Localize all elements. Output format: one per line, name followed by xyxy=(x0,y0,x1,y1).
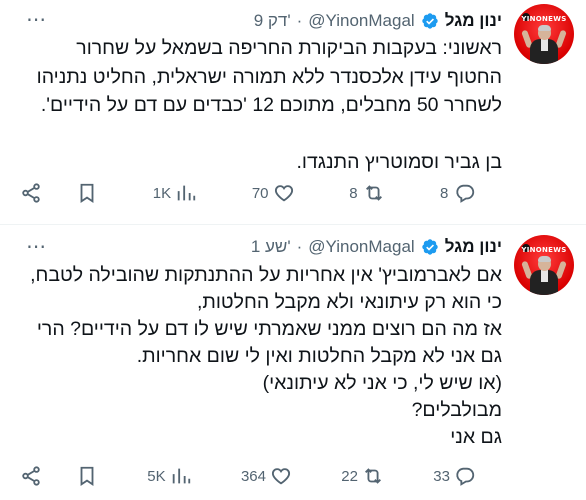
tweet-header: 9 דק' · @YinonMagal ינון מגל xyxy=(254,10,502,32)
avatar-logo: YINONEWS xyxy=(521,15,567,23)
views-button[interactable]: 5K xyxy=(147,465,191,487)
more-options-icon[interactable]: ⋯ xyxy=(26,10,47,30)
like-count: 364 xyxy=(240,467,266,485)
reply-icon xyxy=(456,184,475,203)
person-icon xyxy=(521,256,567,295)
tweet-header: 1 שע' · @YinonMagal ינון מגל xyxy=(251,236,502,258)
avatar[interactable]: YINONEWS xyxy=(514,235,574,295)
timestamp[interactable]: 1 שע' xyxy=(251,237,291,257)
reply-icon xyxy=(456,467,475,486)
share-icon xyxy=(22,466,40,486)
tweet-line: ראשוני: בעקבות הביקורת החריפה בשמאל על ש… xyxy=(76,37,502,59)
tweet-line: כי הוא רק עיתונאי ולא מקבל החלטות, xyxy=(196,291,502,313)
verified-badge-icon xyxy=(421,238,439,256)
share-button[interactable] xyxy=(20,182,42,204)
separator-dot: · xyxy=(296,11,303,30)
views-count: 5K xyxy=(147,467,166,485)
share-button[interactable] xyxy=(20,465,42,487)
action-bar: 5K 364 22 33 xyxy=(20,461,476,491)
share-icon xyxy=(22,183,40,203)
views-chart-icon xyxy=(172,468,190,484)
tweet-line: גם אני לא מקבל החלטות ואין לי שום אחריות… xyxy=(136,345,502,367)
handle[interactable]: @YinonMagal xyxy=(308,237,414,257)
tweet-line: לשחרר 50 מחבלים, מתוכם 12 'כבדים עם דם ע… xyxy=(40,94,502,116)
timestamp[interactable]: 9 דק' xyxy=(254,11,291,31)
like-button[interactable]: 364 xyxy=(241,465,292,487)
tweet-text: אם לאברמוביץ' אין אחריות על ההתנתקות שהו… xyxy=(22,262,502,451)
repost-icon xyxy=(366,185,383,201)
tweet-text: ראשוני: בעקבות הביקורת החריפה בשמאל על ש… xyxy=(22,34,502,176)
bookmark-icon xyxy=(80,466,94,486)
tweet-line: (או שיש לי, כי אני לא עיתונאי) xyxy=(262,372,502,394)
verified-badge-icon xyxy=(421,12,439,30)
reply-button[interactable]: 8 xyxy=(440,182,476,204)
repost-button[interactable]: 22 xyxy=(341,465,384,487)
avatar[interactable]: YINONEWS xyxy=(514,4,574,64)
action-bar: 1K 70 8 8 xyxy=(20,178,476,208)
repost-button[interactable]: 8 xyxy=(349,182,385,204)
avatar-logo: YINONEWS xyxy=(521,246,567,254)
display-name[interactable]: ינון מגל xyxy=(445,237,502,257)
reply-button[interactable]: 33 xyxy=(433,465,476,487)
bookmark-button[interactable] xyxy=(76,182,98,204)
tweet[interactable]: YINONEWS ⋯ 9 דק' · @YinonMagal ינון מגל … xyxy=(0,0,586,224)
heart-icon xyxy=(274,185,293,202)
repost-count: 8 xyxy=(349,184,358,202)
display-name[interactable]: ינון מגל xyxy=(445,11,502,31)
repost-icon xyxy=(364,468,381,484)
views-count: 1K xyxy=(152,184,172,202)
tweet-line: אז מה הם רוצים ממני שאמרתי שיש לו דם על … xyxy=(36,318,502,340)
heart-icon xyxy=(271,468,291,485)
tweet-line: אם לאברמוביץ' אין אחריות על ההתנתקות שהו… xyxy=(30,264,502,286)
tweet[interactable]: YINONEWS ⋯ 1 שע' · @YinonMagal ינון מגל … xyxy=(0,225,586,500)
views-button[interactable]: 1K xyxy=(153,182,197,204)
tweet-line: מבולבלים? xyxy=(411,399,502,421)
like-button[interactable]: 70 xyxy=(252,182,295,204)
reply-count: 33 xyxy=(433,467,450,485)
like-count: 70 xyxy=(251,184,269,202)
views-chart-icon xyxy=(177,185,196,201)
handle[interactable]: @YinonMagal xyxy=(308,11,414,31)
separator-dot: · xyxy=(296,237,303,256)
more-options-icon[interactable]: ⋯ xyxy=(26,237,47,257)
person-icon xyxy=(521,25,567,64)
bookmark-icon xyxy=(80,183,94,203)
repost-count: 22 xyxy=(341,467,358,485)
bookmark-button[interactable] xyxy=(76,465,98,487)
tweet-line: בן גביר וסמוטריץ התנגדו. xyxy=(296,150,503,173)
tweet-line: החטוף עידן אלכסנדר ללא תמורה ישראלית, הח… xyxy=(36,65,502,88)
reply-count: 8 xyxy=(439,184,449,202)
tweet-line: גם אני xyxy=(450,426,502,448)
